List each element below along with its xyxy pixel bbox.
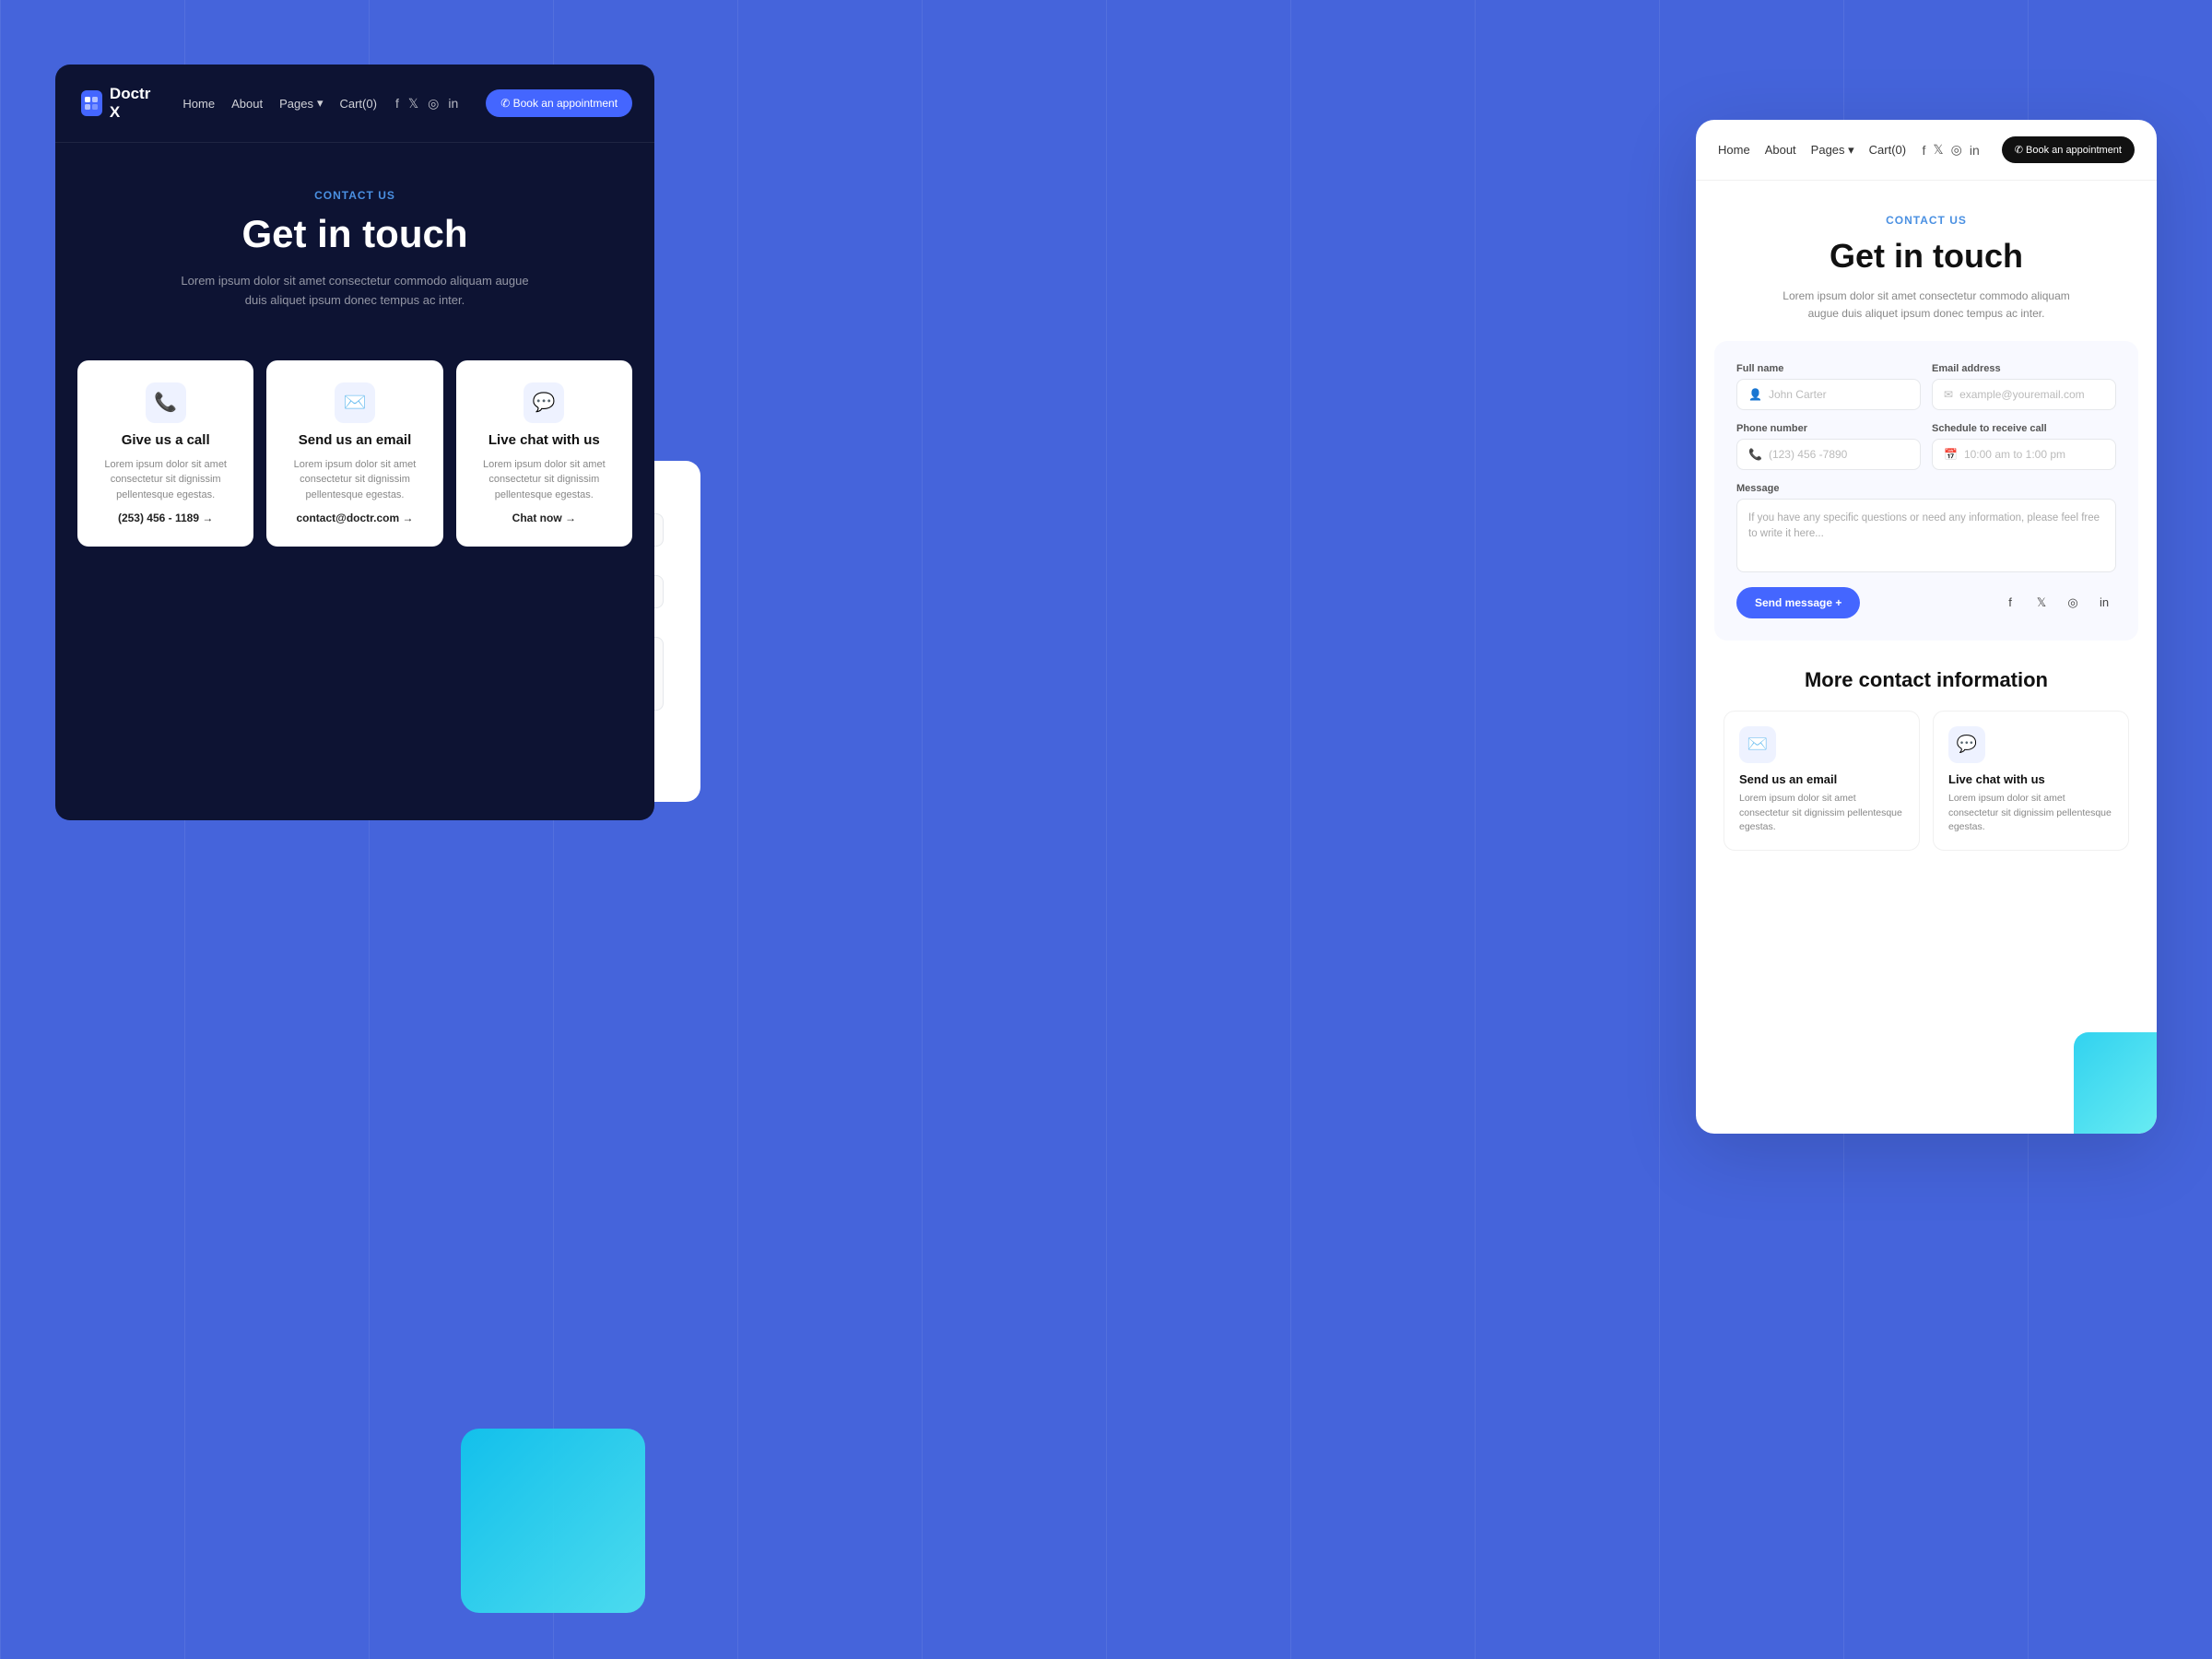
white-contact-form: Full name 👤 John Carter Email address ✉ … — [1714, 341, 2138, 641]
book-appointment-button-dark[interactable]: ✆ Book an appointment — [486, 89, 632, 117]
white-full-name-value: John Carter — [1769, 388, 1827, 401]
more-email-card: ✉️ Send us an email Lorem ipsum dolor si… — [1724, 711, 1920, 851]
linkedin-icon[interactable]: in — [448, 96, 458, 111]
twitter-icon-white[interactable]: 𝕏 — [1933, 142, 1943, 158]
nav-about-white[interactable]: About — [1765, 143, 1796, 158]
phone-icon: 📞 — [146, 382, 186, 423]
teal-accent-card — [2074, 1032, 2157, 1134]
email-card-title: Send us an email — [299, 432, 412, 448]
contact-cards-row: 📞 Give us a call Lorem ipsum dolor sit a… — [55, 338, 654, 570]
teal-decoration — [461, 1429, 645, 1613]
white-card: Home About Pages ▾ Cart(0) f 𝕏 ◎ in ✆ Bo… — [1696, 120, 2157, 1134]
white-form-row-2: Phone number 📞 (123) 456 -7890 Schedule … — [1736, 423, 2116, 470]
instagram-icon-white[interactable]: ◎ — [1951, 142, 1962, 158]
white-email-group: Email address ✉ example@youremail.com — [1932, 363, 2116, 410]
chat-icon: 💬 — [524, 382, 564, 423]
facebook-icon-form[interactable]: f — [1998, 591, 2022, 615]
email-icon: ✉️ — [335, 382, 375, 423]
linkedin-icon-white[interactable]: in — [1970, 143, 1980, 158]
dark-nav-icons: f 𝕏 ◎ in — [395, 96, 458, 112]
instagram-icon[interactable]: ◎ — [428, 96, 439, 112]
dark-nav: Doctr X Home About Pages ▾ Cart(0) f 𝕏 ◎… — [55, 65, 654, 143]
white-email-value: example@youremail.com — [1959, 388, 2085, 401]
white-nav-links: Home About Pages ▾ Cart(0) — [1718, 143, 1907, 158]
nav-home-white[interactable]: Home — [1718, 143, 1750, 158]
white-message-group: Message If you have any specific questio… — [1736, 483, 2116, 572]
chat-card-title: Live chat with us — [488, 432, 600, 448]
nav-about-dark[interactable]: About — [231, 97, 263, 111]
more-email-title: Send us an email — [1739, 772, 1904, 786]
more-chat-card: 💬 Live chat with us Lorem ipsum dolor si… — [1933, 711, 2129, 851]
linkedin-icon-form[interactable]: in — [2092, 591, 2116, 615]
white-nav-icons: f 𝕏 ◎ in — [1922, 142, 1979, 158]
hero-desc-white: Lorem ipsum dolor sit amet consectetur c… — [1770, 288, 2083, 323]
nav-pages-white[interactable]: Pages ▾ — [1811, 143, 1854, 158]
call-card-desc: Lorem ipsum dolor sit amet consectetur s… — [92, 457, 239, 503]
white-form-row-1: Full name 👤 John Carter Email address ✉ … — [1736, 363, 2116, 410]
facebook-icon[interactable]: f — [395, 96, 399, 111]
nav-cart-white[interactable]: Cart(0) — [1869, 143, 1906, 158]
hero-title-white: Get in touch — [1724, 238, 2129, 275]
white-social-icons: f 𝕏 ◎ in — [1998, 591, 2116, 615]
chat-card-desc: Lorem ipsum dolor sit amet consectetur s… — [471, 457, 618, 503]
white-schedule-value: 10:00 am to 1:00 pm — [1964, 448, 2065, 461]
logo[interactable]: Doctr X — [81, 85, 155, 122]
more-chat-desc: Lorem ipsum dolor sit amet consectetur s… — [1948, 792, 2113, 835]
white-schedule-input[interactable]: 📅 10:00 am to 1:00 pm — [1932, 439, 2116, 470]
white-form-actions: Send message + f 𝕏 ◎ in — [1736, 587, 2116, 618]
contact-label-dark: CONTACT US — [81, 189, 629, 202]
white-hero: CONTACT US Get in touch Lorem ipsum dolo… — [1696, 181, 2157, 341]
chat-card: 💬 Live chat with us Lorem ipsum dolor si… — [456, 360, 632, 547]
white-schedule-group: Schedule to receive call 📅 10:00 am to 1… — [1932, 423, 2116, 470]
white-phone-input[interactable]: 📞 (123) 456 -7890 — [1736, 439, 1921, 470]
twitter-icon[interactable]: 𝕏 — [408, 96, 418, 112]
white-nav: Home About Pages ▾ Cart(0) f 𝕏 ◎ in ✆ Bo… — [1696, 120, 2157, 181]
dark-card: Doctr X Home About Pages ▾ Cart(0) f 𝕏 ◎… — [55, 65, 654, 820]
white-phone-label: Phone number — [1736, 423, 1921, 434]
logo-icon — [81, 90, 102, 116]
white-full-name-group: Full name 👤 John Carter — [1736, 363, 1921, 410]
email-icon-white: ✉ — [1944, 388, 1953, 401]
book-appointment-button-white[interactable]: ✆ Book an appointment — [2002, 136, 2135, 163]
twitter-icon-form[interactable]: 𝕏 — [2030, 591, 2053, 615]
user-icon-white: 👤 — [1748, 388, 1762, 401]
more-contact-section: More contact information ✉️ Send us an e… — [1696, 641, 2157, 869]
email-card: ✉️ Send us an email Lorem ipsum dolor si… — [266, 360, 442, 547]
call-card: 📞 Give us a call Lorem ipsum dolor sit a… — [77, 360, 253, 547]
white-schedule-label: Schedule to receive call — [1932, 423, 2116, 434]
dark-nav-links: Home About Pages ▾ Cart(0) — [182, 96, 377, 111]
white-phone-group: Phone number 📞 (123) 456 -7890 — [1736, 423, 1921, 470]
instagram-icon-form[interactable]: ◎ — [2061, 591, 2085, 615]
phone-icon-white: 📞 — [1748, 448, 1762, 461]
white-email-label: Email address — [1932, 363, 2116, 374]
white-send-button[interactable]: Send message + — [1736, 587, 1860, 618]
more-email-desc: Lorem ipsum dolor sit amet consectetur s… — [1739, 792, 1904, 835]
call-card-title: Give us a call — [122, 432, 210, 448]
logo-text: Doctr X — [110, 85, 155, 122]
more-email-icon: ✉️ — [1739, 726, 1776, 763]
more-chat-title: Live chat with us — [1948, 772, 2113, 786]
contact-label-white: CONTACT US — [1724, 214, 2129, 227]
white-phone-value: (123) 456 -7890 — [1769, 448, 1847, 461]
more-contact-cards: ✉️ Send us an email Lorem ipsum dolor si… — [1724, 711, 2129, 851]
nav-home-dark[interactable]: Home — [182, 97, 215, 111]
dark-hero: CONTACT US Get in touch Lorem ipsum dolo… — [55, 143, 654, 338]
white-full-name-input[interactable]: 👤 John Carter — [1736, 379, 1921, 410]
chat-card-link[interactable]: Chat now → — [512, 512, 576, 524]
white-email-input[interactable]: ✉ example@youremail.com — [1932, 379, 2116, 410]
calendar-icon-white: 📅 — [1944, 448, 1958, 461]
email-card-link[interactable]: contact@doctr.com → — [296, 512, 413, 524]
nav-cart-dark[interactable]: Cart(0) — [339, 97, 376, 111]
email-card-desc: Lorem ipsum dolor sit amet consectetur s… — [281, 457, 428, 503]
hero-desc-dark: Lorem ipsum dolor sit amet consectetur c… — [171, 272, 539, 311]
white-message-textarea[interactable]: If you have any specific questions or ne… — [1736, 499, 2116, 572]
white-message-label: Message — [1736, 483, 2116, 494]
more-contact-title: More contact information — [1724, 668, 2129, 692]
nav-pages-dark[interactable]: Pages ▾ — [279, 96, 323, 111]
facebook-icon-white[interactable]: f — [1922, 143, 1925, 158]
hero-title-dark: Get in touch — [81, 213, 629, 255]
more-chat-icon: 💬 — [1948, 726, 1985, 763]
white-full-name-label: Full name — [1736, 363, 1921, 374]
call-card-link[interactable]: (253) 456 - 1189 → — [118, 512, 213, 524]
